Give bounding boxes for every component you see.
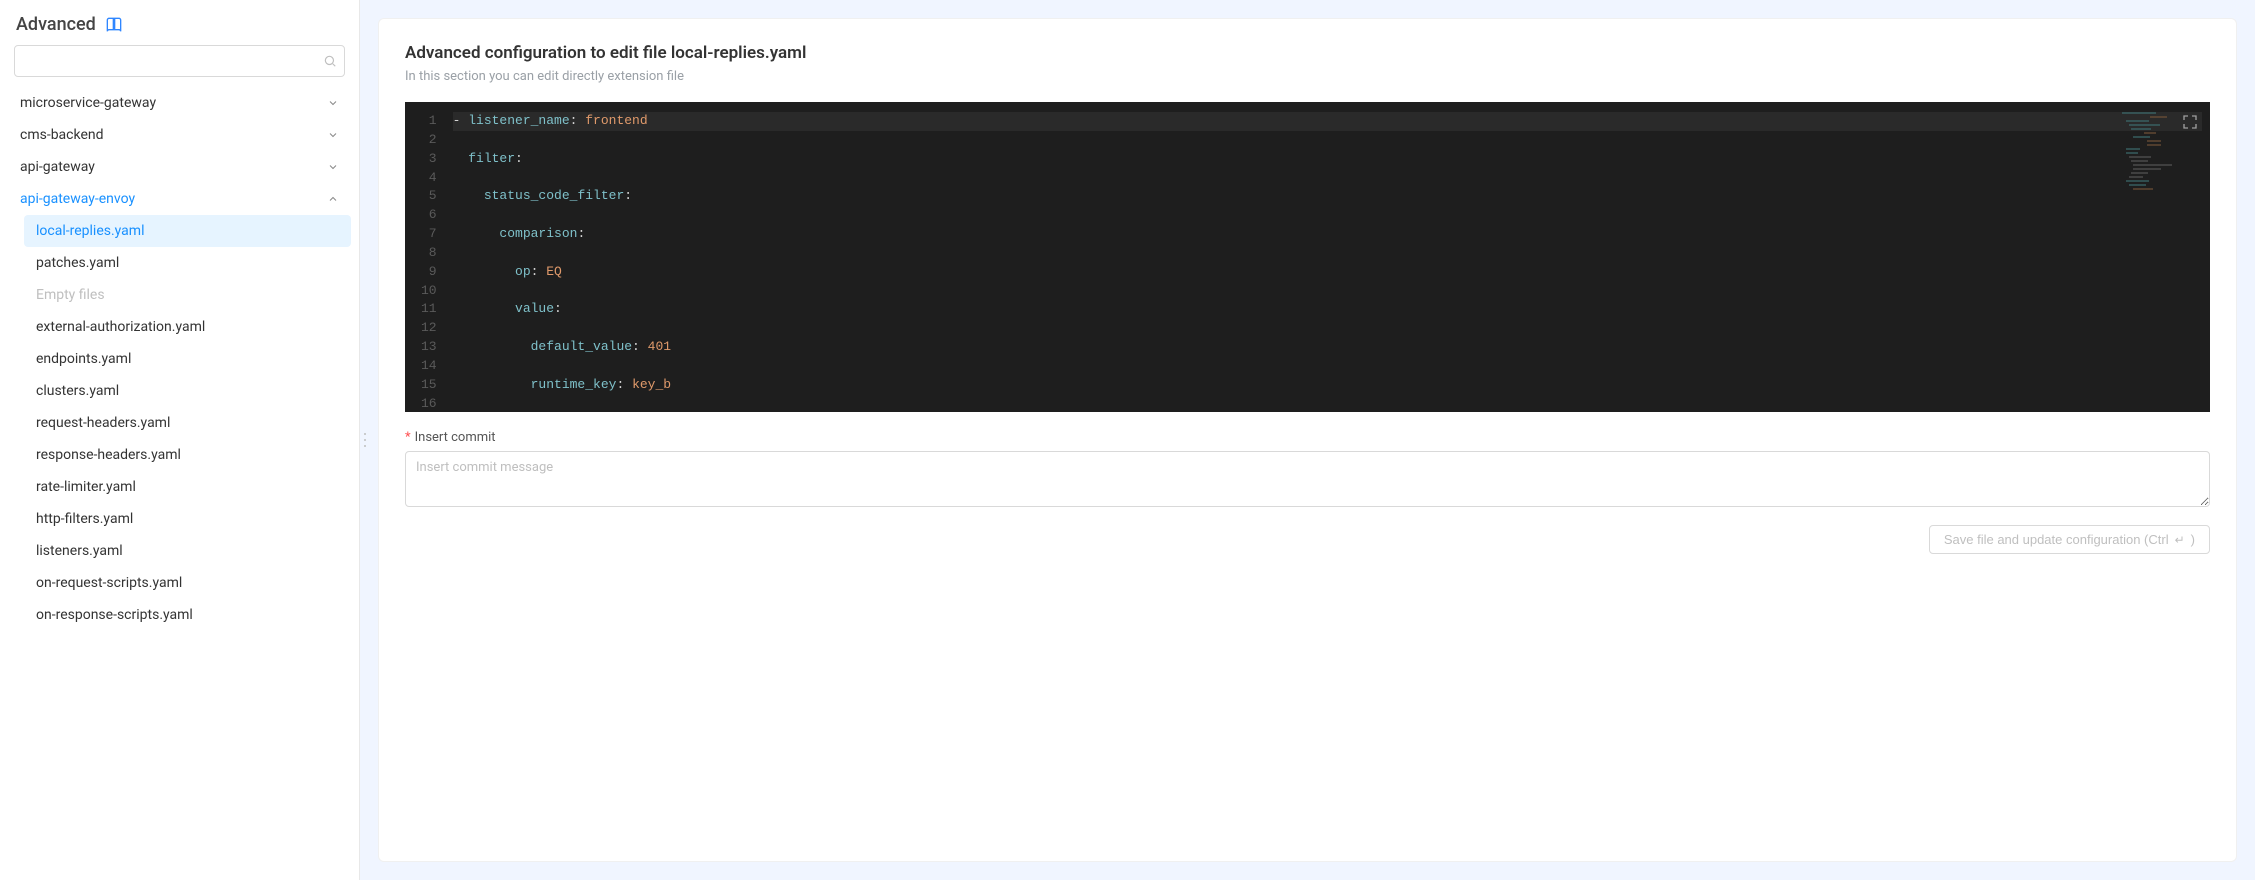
tree-item-clusters[interactable]: clusters.yaml	[24, 375, 351, 407]
commit-message-input[interactable]	[405, 451, 2210, 507]
commit-label: * Insert commit	[405, 430, 2210, 445]
tree-item-listeners[interactable]: listeners.yaml	[24, 535, 351, 567]
editor-gutter: 1234567891011121314151617181920	[405, 102, 449, 412]
tree-item-patches[interactable]: patches.yaml	[24, 247, 351, 279]
tree-item-response-headers[interactable]: response-headers.yaml	[24, 439, 351, 471]
main: Advanced configuration to edit file loca…	[370, 0, 2255, 880]
editor-code[interactable]: - listener_name: frontend filter: status…	[449, 102, 2210, 412]
chevron-up-icon	[327, 193, 339, 205]
save-button[interactable]: Save file and update configuration (Ctrl…	[1929, 525, 2210, 554]
sidebar: Advanced microservice-gateway	[0, 0, 360, 880]
tree-group-api-gateway-envoy[interactable]: api-gateway-envoy	[8, 183, 351, 215]
enter-key-icon: ↵	[2175, 533, 2185, 547]
tree-group-label: api-gateway-envoy	[20, 191, 135, 207]
sidebar-search	[0, 45, 359, 87]
tree-item-endpoints[interactable]: endpoints.yaml	[24, 343, 351, 375]
tree-item-rate-limiter[interactable]: rate-limiter.yaml	[24, 471, 351, 503]
tree-item-external-authorization[interactable]: external-authorization.yaml	[24, 311, 351, 343]
fullscreen-icon[interactable]	[2178, 110, 2202, 134]
sidebar-header: Advanced	[0, 14, 359, 45]
editor-card: Advanced configuration to edit file loca…	[378, 18, 2237, 862]
splitter-handle[interactable]	[360, 0, 370, 880]
search-icon	[323, 54, 337, 68]
page-title: Advanced configuration to edit file loca…	[405, 43, 2210, 63]
tree-group-label: microservice-gateway	[20, 95, 156, 111]
tree-group-label: cms-backend	[20, 127, 104, 143]
tree-item-request-headers[interactable]: request-headers.yaml	[24, 407, 351, 439]
search-input[interactable]	[14, 45, 345, 77]
code-editor[interactable]: 1234567891011121314151617181920 - listen…	[405, 102, 2210, 412]
save-button-label: Save file and update configuration (Ctrl	[1944, 532, 2169, 547]
tree-item-on-request-scripts[interactable]: on-request-scripts.yaml	[24, 567, 351, 599]
actions-bar: Save file and update configuration (Ctrl…	[405, 525, 2210, 554]
chevron-down-icon	[327, 161, 339, 173]
tree-group-api-gateway[interactable]: api-gateway	[8, 151, 351, 183]
tree-item-on-response-scripts[interactable]: on-response-scripts.yaml	[24, 599, 351, 631]
commit-label-text: Insert commit	[415, 430, 496, 445]
tree-group-microservice-gateway[interactable]: microservice-gateway	[8, 87, 351, 119]
tree-item-http-filters[interactable]: http-filters.yaml	[24, 503, 351, 535]
tree-group-cms-backend[interactable]: cms-backend	[8, 119, 351, 151]
tree-item-empty-files: Empty files	[24, 279, 351, 311]
chevron-down-icon	[327, 97, 339, 109]
tree-group-label: api-gateway	[20, 159, 95, 175]
chevron-down-icon	[327, 129, 339, 141]
tree-item-local-replies[interactable]: local-replies.yaml	[24, 215, 351, 247]
file-tree: microservice-gateway cms-backend api-gat…	[0, 87, 359, 651]
sidebar-title: Advanced	[16, 14, 96, 35]
save-button-tail: )	[2191, 532, 2195, 547]
page-subtitle: In this section you can edit directly ex…	[405, 69, 2210, 84]
required-indicator: *	[405, 430, 411, 445]
tree-group-children: local-replies.yaml patches.yaml Empty fi…	[8, 215, 351, 631]
docs-icon[interactable]	[106, 17, 122, 33]
